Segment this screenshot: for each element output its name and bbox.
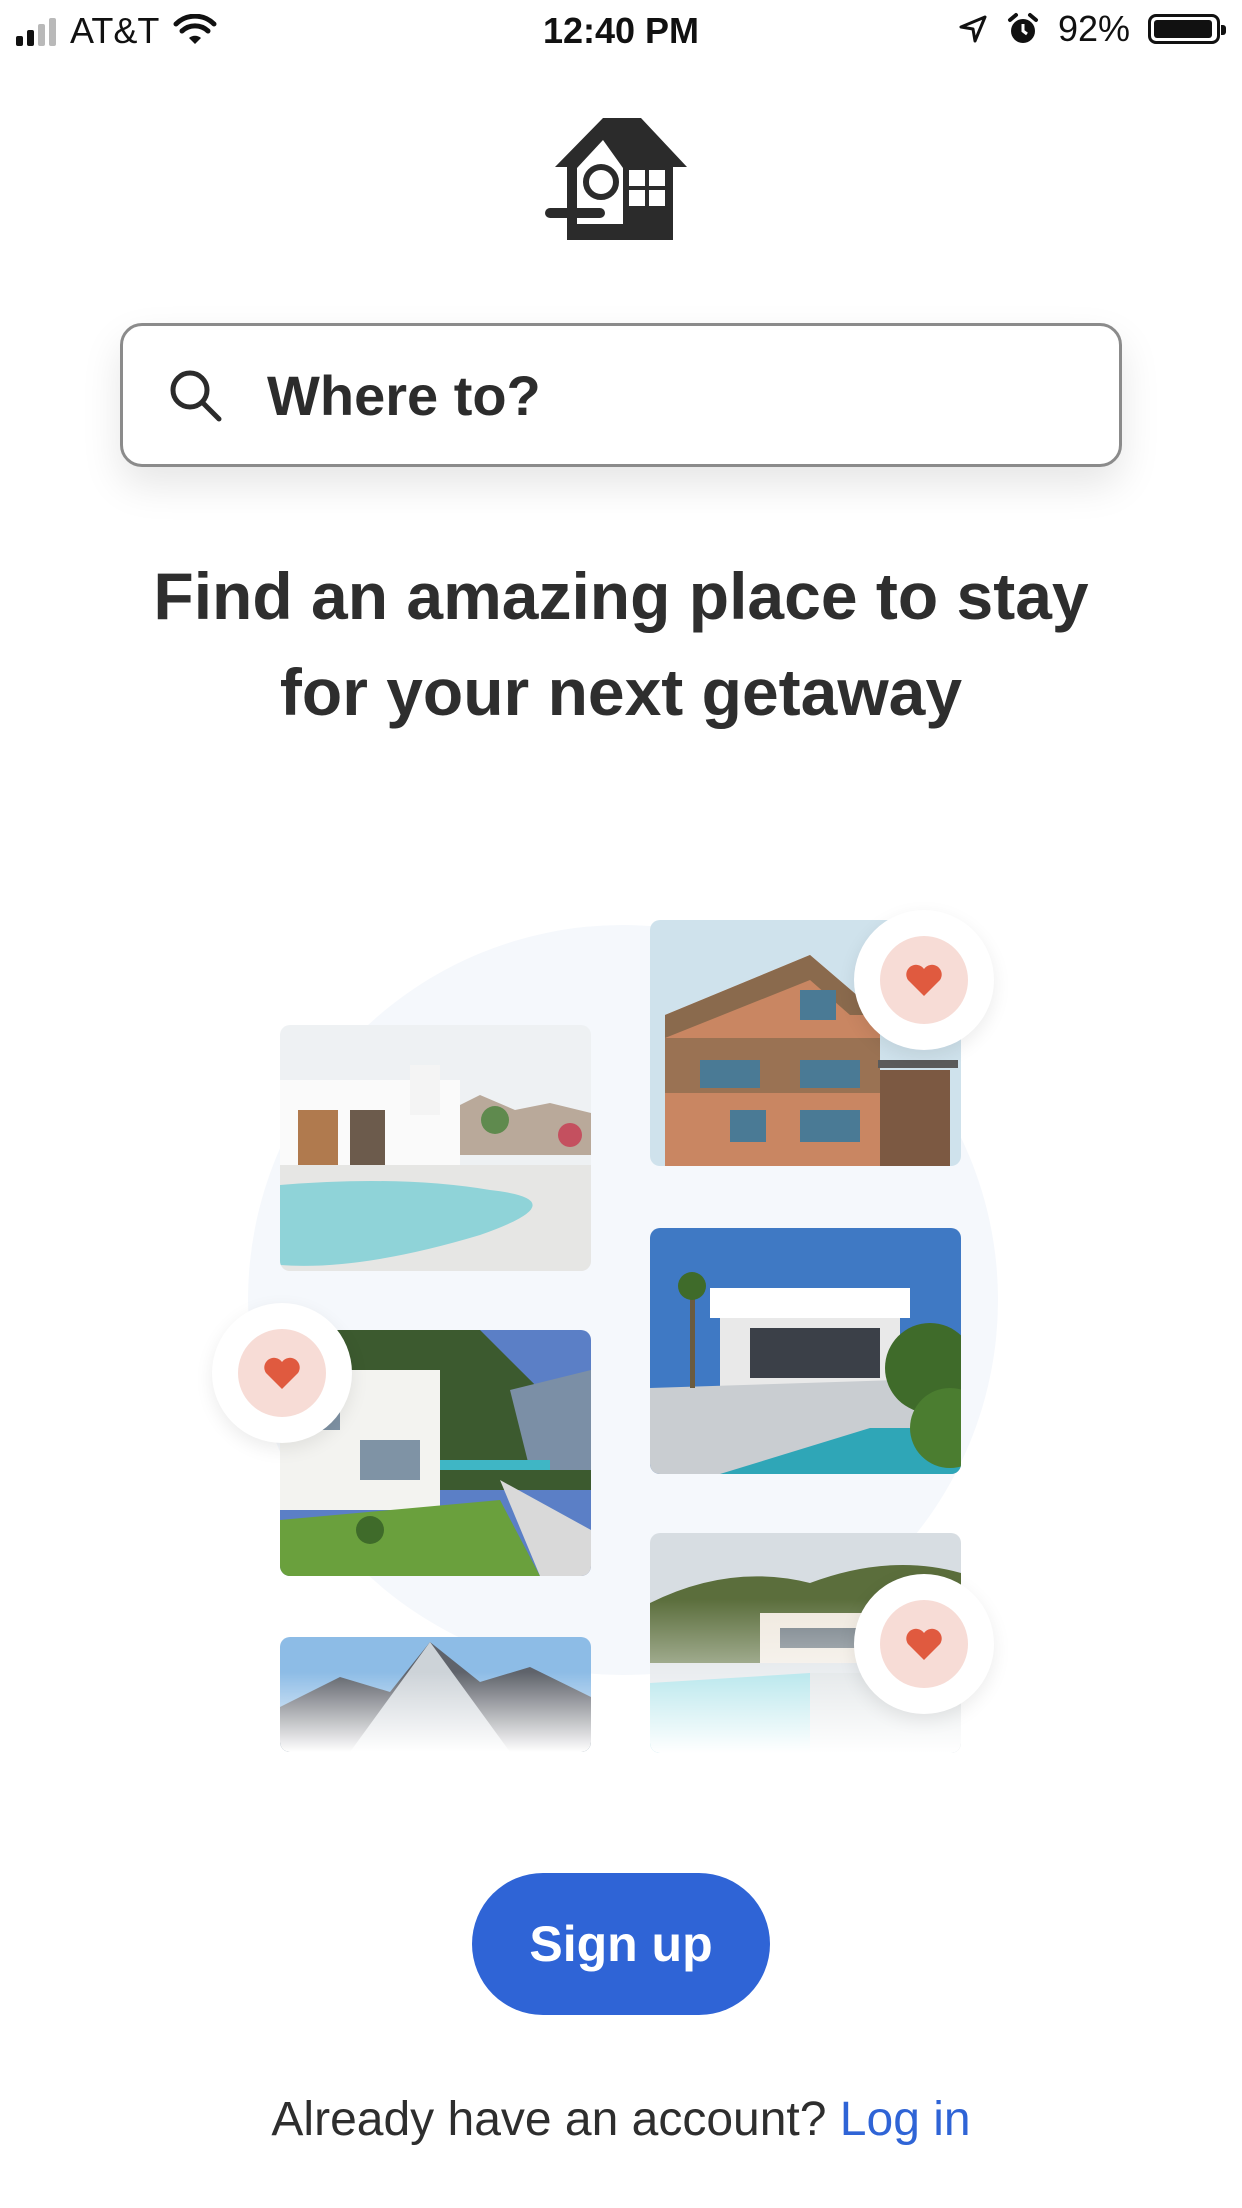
- login-prompt-text: Already have an account?: [271, 2093, 827, 2146]
- favorite-button[interactable]: [212, 1303, 352, 1443]
- heart-icon: [264, 1357, 300, 1389]
- status-bar: AT&T 12:40 PM 92%: [0, 0, 1242, 62]
- headline: Find an amazing place to stay for your n…: [100, 548, 1142, 740]
- login-link[interactable]: Log in: [840, 2093, 971, 2146]
- heart-icon: [906, 964, 942, 996]
- search-icon: [170, 370, 222, 422]
- headline-line-1: Find an amazing place to stay: [153, 559, 1089, 633]
- battery-percent: 92%: [1057, 8, 1130, 49]
- modern-house-pool-photo: [650, 1228, 961, 1474]
- battery-icon: [1148, 14, 1226, 44]
- favorite-button[interactable]: [854, 910, 994, 1050]
- status-right: 92%: [958, 8, 1226, 50]
- location-arrow-icon: [959, 15, 987, 43]
- heart-icon: [906, 1628, 942, 1660]
- signup-button[interactable]: Sign up: [472, 1873, 770, 2015]
- house-roof-photo: [280, 1637, 591, 1752]
- alarm-icon: [1007, 13, 1038, 43]
- headline-line-2: for your next getaway: [279, 655, 963, 729]
- search-bar[interactable]: Where to?: [120, 323, 1122, 467]
- favorite-button[interactable]: [854, 1574, 994, 1714]
- pool-villa-photo: [280, 1025, 591, 1271]
- search-placeholder[interactable]: Where to?: [267, 363, 541, 428]
- birdhouse-logo-icon: [545, 118, 687, 240]
- login-prompt-row: Already have an account? Log in: [0, 2092, 1242, 2147]
